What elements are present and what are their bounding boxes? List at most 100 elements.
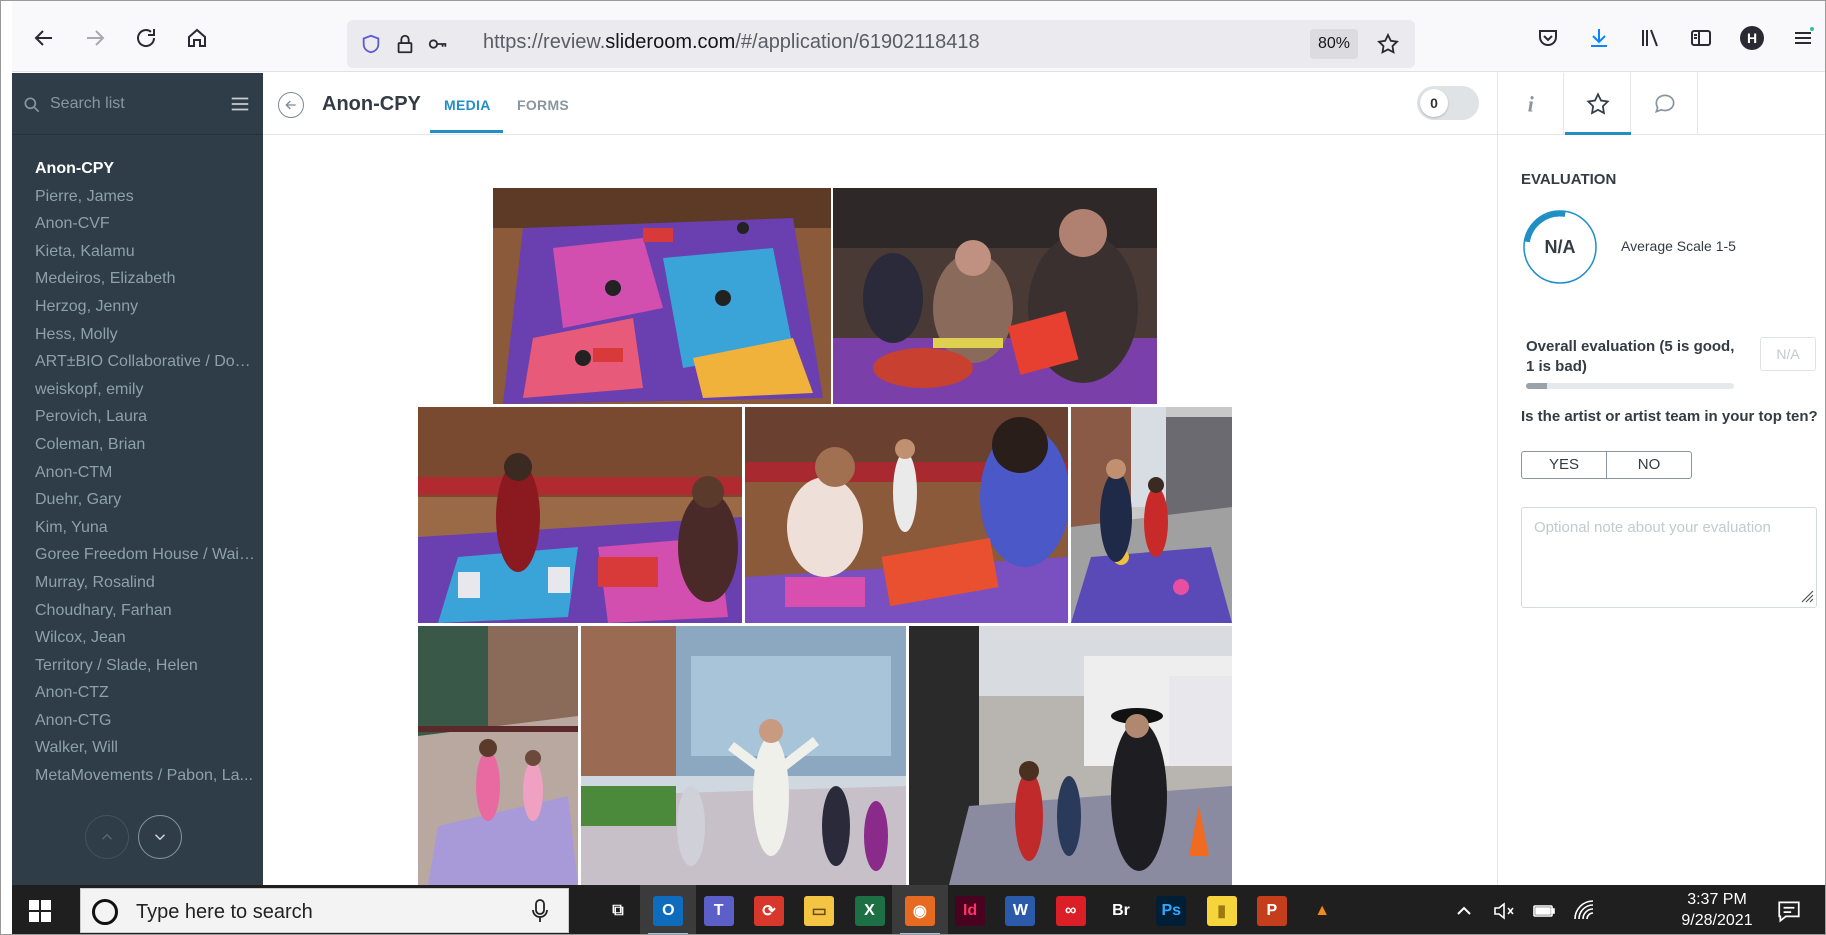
task-view-icon: ⧉ xyxy=(603,895,633,926)
taskbar-app-outlook[interactable]: O xyxy=(640,885,697,934)
taskbar-app-excel[interactable]: X xyxy=(842,885,898,934)
taskbar-app-file-explorer[interactable]: ▭ xyxy=(791,885,847,934)
media-thumbnail[interactable] xyxy=(833,188,1157,404)
tab-media[interactable]: MEDIA xyxy=(444,97,491,113)
scroll-down-button[interactable] xyxy=(138,815,182,859)
taskbar-search-box[interactable]: Type here to search xyxy=(80,888,569,933)
shield-icon[interactable] xyxy=(357,30,385,58)
taskbar-app-indesign[interactable]: Id xyxy=(942,885,998,934)
search-list-input[interactable] xyxy=(50,91,200,117)
reload-icon[interactable] xyxy=(131,23,161,53)
applicant-list-item[interactable]: Duehr, Gary xyxy=(35,486,255,514)
download-icon[interactable] xyxy=(1584,23,1614,53)
applicant-list-item[interactable]: Anon-CTM xyxy=(35,459,255,487)
microphone-icon[interactable] xyxy=(531,899,549,923)
file-explorer-icon: ▭ xyxy=(804,895,835,926)
battery-icon[interactable] xyxy=(1532,899,1556,923)
taskbar-app-vlc[interactable]: ▲ xyxy=(1294,885,1350,934)
pocket-icon[interactable] xyxy=(1533,23,1563,53)
applicant-list-item[interactable]: ART±BIO Collaborative / Dow... xyxy=(35,348,255,376)
applicant-list-item[interactable]: Wilcox, Jean xyxy=(35,624,255,652)
taskbar-app-word[interactable]: W xyxy=(992,885,1048,934)
start-button[interactable] xyxy=(12,885,68,934)
taskbar-app-sticky-notes[interactable]: ▮ xyxy=(1194,885,1250,934)
library-icon[interactable] xyxy=(1635,23,1665,53)
applicant-list-item[interactable]: Anon-CTZ xyxy=(35,679,255,707)
media-thumbnail[interactable] xyxy=(418,407,742,623)
applicant-list-item[interactable]: Anon-CVF xyxy=(35,210,255,238)
applicant-list-item[interactable]: Anon-CPY xyxy=(35,155,255,183)
applicant-list-item[interactable]: Anon-CTG xyxy=(35,707,255,735)
taskbar-app-firefox[interactable]: ◉ xyxy=(891,885,948,934)
taskbar-search-placeholder: Type here to search xyxy=(136,901,313,923)
media-thumbnail[interactable] xyxy=(909,626,1232,885)
tab-info[interactable]: i xyxy=(1498,73,1564,135)
search-icon xyxy=(24,97,40,113)
lock-icon[interactable] xyxy=(391,30,419,58)
back-button[interactable] xyxy=(278,92,304,118)
taskbar-app-bridge[interactable]: Br xyxy=(1093,885,1149,934)
taskbar-clock[interactable]: 3:37 PM 9/28/2021 xyxy=(1672,889,1762,931)
list-menu-icon[interactable] xyxy=(229,93,251,115)
applicant-list-item[interactable]: Walker, Will xyxy=(35,734,255,762)
wifi-icon[interactable] xyxy=(1572,899,1596,923)
tab-evaluation[interactable] xyxy=(1565,73,1631,135)
applicant-list-item[interactable]: Coleman, Brian xyxy=(35,431,255,459)
scroll-up-button[interactable] xyxy=(85,815,129,859)
applicant-list-item[interactable]: Territory / Slade, Helen xyxy=(35,652,255,680)
sidebar-toggle-icon[interactable] xyxy=(1686,23,1716,53)
address-bar[interactable]: https://review.slideroom.com/#/applicati… xyxy=(347,20,1415,68)
tab-forms[interactable]: FORMS xyxy=(517,97,569,113)
applicant-list-item[interactable]: Kieta, Kalamu xyxy=(35,238,255,266)
yes-no-toggle: YES NO xyxy=(1521,451,1692,479)
applicant-list-item[interactable]: Medeiros, Elizabeth xyxy=(35,265,255,293)
forward-arrow-icon[interactable] xyxy=(80,23,110,53)
chevron-up-icon[interactable] xyxy=(1452,899,1476,923)
scale-label: Average Scale 1-5 xyxy=(1621,238,1736,254)
home-icon[interactable] xyxy=(182,23,212,53)
count-toggle[interactable]: 0 xyxy=(1417,86,1479,120)
clock-date: 9/28/2021 xyxy=(1681,912,1753,929)
powerpoint-icon: P xyxy=(1256,895,1287,926)
info-icon: i xyxy=(1527,93,1533,117)
media-thumbnail[interactable] xyxy=(1071,407,1232,623)
applicant-list-item[interactable]: Choudhary, Farhan xyxy=(35,597,255,625)
applicant-list-item[interactable]: weiskopf, emily xyxy=(35,376,255,404)
url-text[interactable]: https://review.slideroom.com/#/applicati… xyxy=(483,31,980,54)
media-thumbnail[interactable] xyxy=(745,407,1068,623)
evaluation-note-input[interactable] xyxy=(1521,507,1817,608)
taskbar-app-task-view[interactable]: ⧉ xyxy=(590,885,646,934)
volume-muted-icon[interactable] xyxy=(1492,899,1516,923)
applicant-list-item[interactable]: Pierre, James xyxy=(35,183,255,211)
notification-center-icon[interactable] xyxy=(1776,898,1802,924)
taskbar-app-powerpoint[interactable]: P xyxy=(1244,885,1300,934)
tab-comments[interactable] xyxy=(1632,73,1698,135)
applicant-list-item[interactable]: Goree Freedom House / Wait... xyxy=(35,541,255,569)
key-icon[interactable] xyxy=(424,30,452,58)
profile-avatar[interactable]: H xyxy=(1737,23,1767,53)
zoom-level[interactable]: 80% xyxy=(1310,29,1358,59)
applicant-list-item[interactable]: MetaMovements / Pabon, La... xyxy=(35,762,255,790)
media-thumbnail[interactable] xyxy=(581,626,906,885)
applicant-list-item[interactable]: Kim, Yuna xyxy=(35,514,255,542)
back-arrow-icon[interactable] xyxy=(29,23,59,53)
taskbar-app-teams[interactable]: T xyxy=(691,885,747,934)
no-button[interactable]: NO xyxy=(1607,452,1691,478)
overall-evaluation-value[interactable]: N/A xyxy=(1760,337,1816,371)
taskbar-app-creative-cloud[interactable]: ∞ xyxy=(1043,885,1099,934)
media-thumbnail[interactable] xyxy=(418,626,578,885)
taskbar-app-photoshop[interactable]: Ps xyxy=(1143,885,1199,934)
bookmark-star-icon[interactable] xyxy=(1374,30,1402,58)
taskbar-app-app-red[interactable]: ⟳ xyxy=(741,885,797,934)
media-thumbnail[interactable] xyxy=(493,188,831,404)
overall-evaluation-slider[interactable] xyxy=(1526,383,1734,389)
applicant-list-item[interactable]: Murray, Rosalind xyxy=(35,569,255,597)
application-header: Anon-CPY MEDIA FORMS 0 xyxy=(263,73,1497,135)
app-menu-icon[interactable] xyxy=(1788,23,1818,53)
applicant-list-item[interactable]: Herzog, Jenny xyxy=(35,293,255,321)
applicant-list-item[interactable]: Hess, Molly xyxy=(35,321,255,349)
resize-grip-icon[interactable] xyxy=(1798,587,1814,603)
yes-button[interactable]: YES xyxy=(1522,452,1607,478)
indesign-icon: Id xyxy=(955,895,986,926)
applicant-list-item[interactable]: Perovich, Laura xyxy=(35,403,255,431)
